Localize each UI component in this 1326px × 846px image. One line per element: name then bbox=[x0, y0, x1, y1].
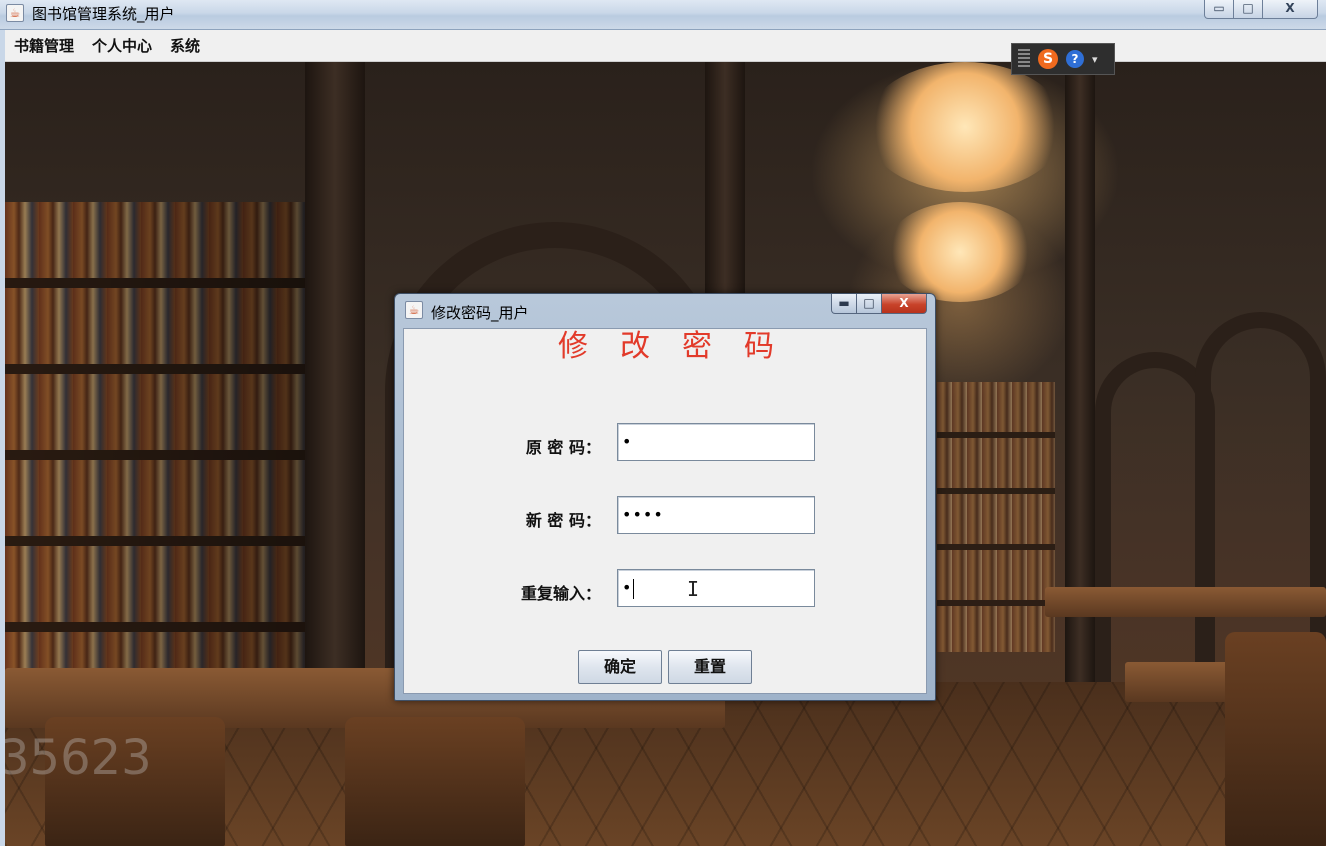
dialog-maximize-button[interactable]: □ bbox=[856, 294, 882, 314]
sogou-logo-icon[interactable]: S bbox=[1038, 49, 1058, 69]
window-close-button[interactable]: X bbox=[1262, 0, 1318, 19]
page-title: 修改密码 bbox=[558, 329, 806, 364]
repeat-password-label: 重复输入： bbox=[520, 584, 601, 603]
menu-personal-center[interactable]: 个人中心 bbox=[92, 35, 152, 56]
change-password-dialog: ☕ 修改密码_用户 ▬ □ X 修改密码 原 密 码： • 新 密 码： •••… bbox=[394, 293, 936, 701]
text-caret bbox=[633, 578, 635, 599]
chandelier bbox=[885, 202, 1035, 302]
chandelier bbox=[865, 62, 1065, 192]
chevron-down-icon[interactable]: ▾ bbox=[1092, 53, 1098, 66]
repeat-password-field[interactable]: • bbox=[617, 569, 815, 607]
chair bbox=[1225, 632, 1326, 846]
window-maximize-button[interactable]: □ bbox=[1233, 0, 1263, 19]
new-password-label: 新 密 码： bbox=[525, 511, 601, 530]
window-title: 图书馆管理系统_用户 bbox=[32, 5, 175, 23]
ibeam-cursor-icon: I bbox=[687, 577, 700, 601]
new-password-field[interactable]: •••• bbox=[617, 496, 815, 534]
watermark-text: 35623 bbox=[5, 730, 152, 786]
repeat-password-value: • bbox=[622, 578, 633, 597]
old-password-field[interactable]: • bbox=[617, 423, 815, 461]
menu-book-management[interactable]: 书籍管理 bbox=[14, 35, 74, 56]
dialog-title: 修改密码_用户 bbox=[431, 304, 529, 322]
reset-button[interactable]: 重置 bbox=[668, 650, 752, 684]
dialog-controls: ▬ □ X bbox=[831, 294, 927, 314]
old-password-label: 原 密 码： bbox=[525, 438, 601, 457]
java-cup-icon: ☕ bbox=[6, 4, 24, 22]
window-titlebar[interactable]: ☕ 图书馆管理系统_用户 ▭ □ X bbox=[0, 0, 1326, 30]
pillar bbox=[305, 62, 365, 682]
menu-system[interactable]: 系统 bbox=[170, 35, 200, 56]
window-controls: ▭ □ X bbox=[1204, 0, 1318, 20]
dialog-minimize-button[interactable]: ▬ bbox=[831, 294, 857, 314]
new-password-value: •••• bbox=[622, 505, 664, 524]
dialog-content: 修改密码 原 密 码： • 新 密 码： •••• 重复输入： • I 确定 重… bbox=[403, 328, 927, 694]
confirm-button[interactable]: 确定 bbox=[578, 650, 662, 684]
dialog-close-button[interactable]: X bbox=[881, 294, 927, 314]
ime-toolbar[interactable]: S ? ▾ bbox=[1011, 43, 1115, 75]
drag-grip-icon[interactable] bbox=[1018, 49, 1030, 69]
window-minimize-button[interactable]: ▭ bbox=[1204, 0, 1234, 19]
bookshelf-left bbox=[5, 202, 325, 742]
bookshelf-middle bbox=[937, 382, 1055, 652]
table bbox=[1045, 587, 1326, 617]
chair bbox=[345, 717, 525, 846]
arch bbox=[1195, 312, 1326, 682]
menu-bar: 书籍管理 个人中心 系统 bbox=[5, 30, 1326, 62]
java-cup-icon: ☕ bbox=[405, 301, 423, 319]
old-password-value: • bbox=[622, 432, 633, 451]
help-icon[interactable]: ? bbox=[1066, 50, 1084, 68]
